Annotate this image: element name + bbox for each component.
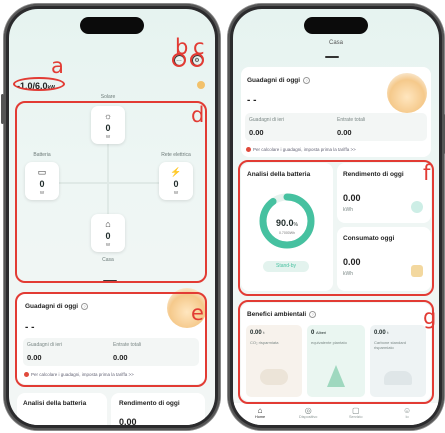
battery-label: Batteria (33, 152, 51, 158)
power-tower-icon: ⚡ (170, 166, 182, 177)
cloud-illustration (260, 369, 288, 385)
left-phone: a b c -1.0/6.0kW … ⚙ d Solare ☼ 0 W Batt… (1, 4, 220, 430)
tariff-notice[interactable]: Per calcolare i guadagni, imposta prima … (246, 147, 356, 152)
yield-card[interactable]: Rendimento di oggi 0.00 kWh (337, 163, 431, 223)
grid-label: Rete elettrica (161, 152, 191, 158)
tab-profile[interactable]: ☺ Io (403, 406, 412, 420)
tab-home[interactable]: ⌂ Home (255, 406, 265, 420)
right-screen: Casa Guadagni di oggi ? - - Guadagni di … (233, 9, 439, 425)
home-icon: ⌂ (257, 406, 263, 415)
home-label: Casa (102, 257, 114, 263)
annotation-b: b (175, 35, 189, 59)
solar-node[interactable]: ☼ 0 W (91, 106, 125, 144)
consumption-card[interactable]: Consumato oggi 0.00 kWh (337, 227, 431, 291)
annotation-d: d (191, 103, 205, 127)
dynamic-island (304, 17, 368, 34)
annotation-g: g (423, 305, 437, 329)
annotation-a-oval (13, 77, 65, 91)
coal-illustration (384, 371, 412, 385)
battery-analysis-card[interactable]: Analisi della batteria 90.0% 0.7000Wh St… (241, 163, 333, 291)
battery-status-badge: Stand-by (263, 261, 309, 272)
alert-icon (24, 372, 29, 377)
energy-flow-diagram: Solare ☼ 0 W Batteria ▭ 0 W Rete elettri… (18, 94, 200, 276)
solar-panel-icon: ☼ (103, 110, 113, 121)
tab-device[interactable]: ◎ Dispositivo (299, 406, 317, 420)
info-icon[interactable]: ? (309, 311, 317, 318)
home-node[interactable]: ⌂ 0 W (91, 214, 125, 252)
annotation-e: e (191, 301, 204, 325)
page-indicator (103, 280, 117, 282)
profile-icon: ☺ (403, 406, 412, 415)
page-indicator (325, 56, 339, 58)
co2-tile: 0.00 t CO₂ risparmiata (246, 325, 302, 397)
right-phone: Casa Guadagni di oggi ? - - Guadagni di … (228, 4, 445, 430)
sun-illustration (387, 73, 427, 113)
coal-tile: 0.00 t Carbone standard risparmiato (370, 325, 426, 397)
house-icon: ⌂ (105, 218, 111, 229)
info-icon[interactable]: ? (81, 303, 89, 310)
left-screen: a b c -1.0/6.0kW … ⚙ d Solare ☼ 0 W Batt… (9, 9, 215, 425)
battery-analysis-card-peek[interactable]: Analisi della batteria (17, 393, 107, 425)
yield-card-peek[interactable]: Rendimento di oggi 0.00 (111, 393, 205, 425)
annotation-a: a (51, 54, 64, 78)
tree-illustration (327, 365, 345, 387)
solar-panel-icon (411, 201, 423, 213)
annotation-c: c (193, 35, 205, 59)
earnings-card[interactable]: Guadagni di oggi ? - - Guadagni di ieri … (17, 288, 207, 384)
earnings-card[interactable]: Guadagni di oggi ? - - Guadagni di ieri … (241, 67, 431, 157)
box-icon (411, 265, 423, 277)
tab-bar: ⌂ Home ◎ Dispositivo ▢ Servizio ☺ Io (233, 403, 439, 425)
info-icon[interactable]: ? (303, 77, 311, 84)
alert-icon (246, 147, 251, 152)
tariff-notice[interactable]: Per calcolare i guadagni, imposta prima … (24, 372, 134, 377)
soc-value: 90.0 (276, 218, 294, 228)
battery-node[interactable]: ▭ 0 W (25, 162, 59, 200)
weather-sun-icon (197, 81, 205, 89)
device-icon: ◎ (304, 406, 312, 415)
annotation-f: f (423, 161, 431, 185)
grid-node[interactable]: ⚡ 0 W (159, 162, 193, 200)
environmental-benefits-card[interactable]: Benefici ambientali ? 0.00 t CO₂ risparm… (241, 303, 431, 401)
tab-service[interactable]: ▢ Servizio (349, 406, 363, 420)
dynamic-island (80, 17, 144, 34)
trees-tile: 0 Alberi equivalente piantato (307, 325, 365, 397)
battery-icon: ▭ (37, 166, 47, 177)
solar-label: Solare (100, 94, 116, 100)
page-title: Casa (328, 40, 343, 46)
service-icon: ▢ (351, 406, 360, 415)
